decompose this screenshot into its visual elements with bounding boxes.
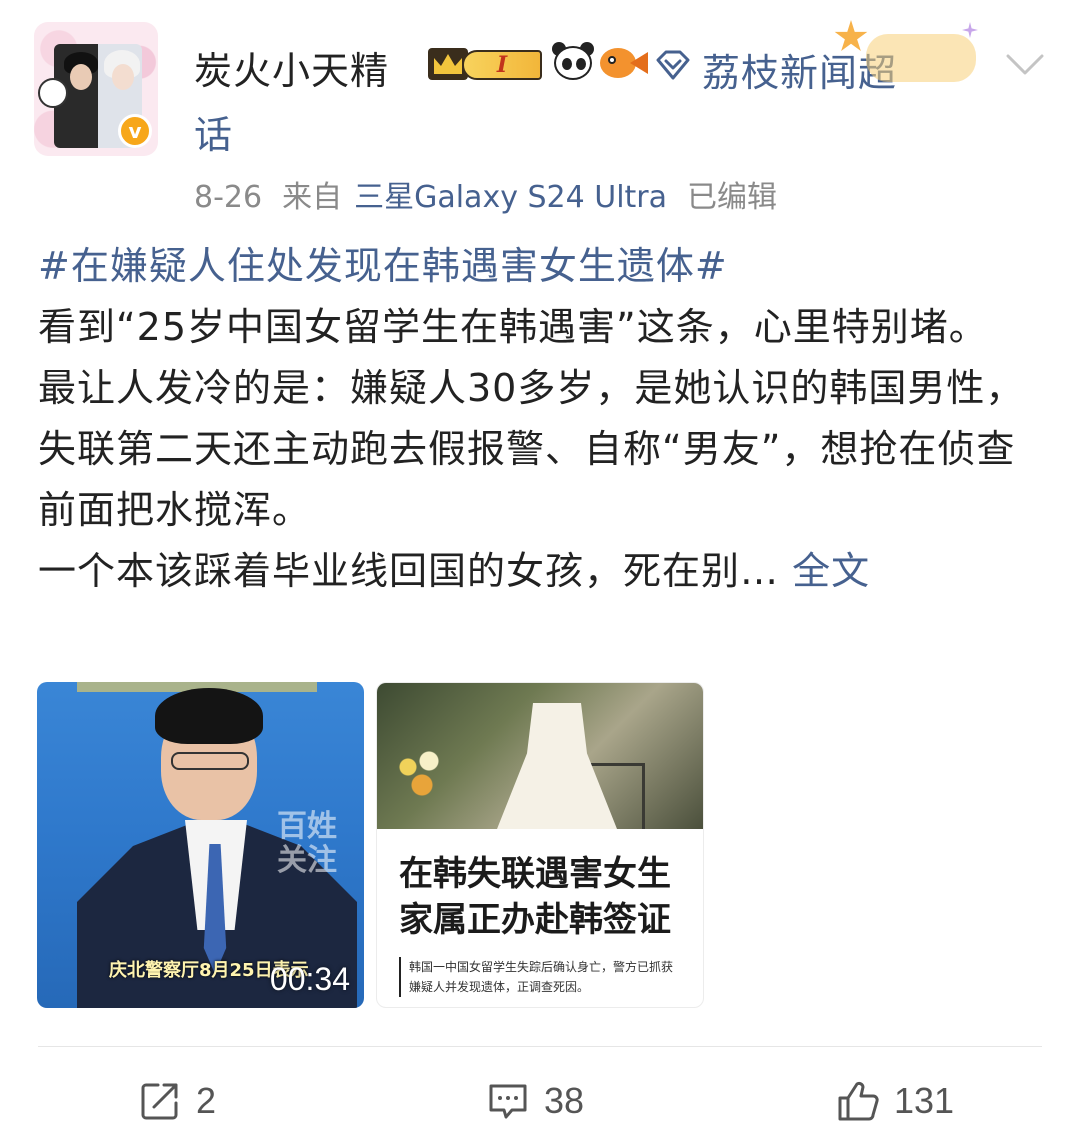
supertopic-diamond-icon [656, 50, 690, 80]
share-button[interactable]: 2 [138, 1076, 216, 1126]
video-watermark: 百姓关注 [277, 809, 337, 878]
comment-icon [489, 1084, 527, 1119]
like-count: 131 [894, 1080, 955, 1121]
article-image[interactable]: 在韩失联遇害女生 家属正办赴韩签证 韩国一中国女留学生失踪后确认身亡，警方已抓获… [376, 682, 704, 1008]
chevron-down-icon[interactable] [1004, 50, 1046, 80]
comment-button[interactable]: 38 [486, 1076, 584, 1126]
thumbs-up-icon [838, 1081, 879, 1121]
author-username[interactable]: 炭火小天精 [194, 40, 389, 95]
article-headline-line: 在韩失联遇害女生 [399, 854, 671, 894]
supertopic-link-continued[interactable]: 话 [194, 104, 232, 159]
article-summary-line: 嫌疑人并发现遗体，正调查死因。 [409, 980, 590, 994]
article-summary: 韩国一中国女留学生失踪后确认身亡，警方已抓获 嫌疑人并发现遗体，正调查死因。 [399, 957, 697, 997]
level-label: I [462, 50, 542, 80]
video-thumbnail[interactable]: 百姓关注 庆北警察厅8月25日表示 00:34 [37, 682, 364, 1008]
article-headline: 在韩失联遇害女生 家属正办赴韩签证 [399, 851, 699, 943]
edited-label: 已编辑 [687, 180, 778, 215]
fulltext-link[interactable]: 全文 [792, 549, 870, 593]
like-button[interactable]: 131 [836, 1076, 954, 1126]
anchor-glasses [171, 752, 249, 770]
verified-badge-icon: v [118, 114, 152, 148]
share-count: 2 [196, 1080, 217, 1121]
video-duration: 00:34 [269, 961, 350, 997]
member-level-badge[interactable]: I [428, 44, 546, 84]
share-icon [141, 1083, 178, 1120]
post-date: 8-26 [194, 180, 263, 215]
post-body: #在嫌疑人住处发现在韩遇害女生遗体# 看到“25岁中国女留学生在韩遇害”这条，心… [38, 236, 1050, 602]
truncated-text: 一个本该踩着毕业线回国的女孩，死在别… [38, 549, 780, 593]
supertopic-link[interactable]: 荔枝新闻超 [702, 42, 897, 97]
post-meta: 8-26 来自 三星Galaxy S24 Ultra 已编辑 [194, 172, 797, 216]
avatar-face-right [112, 64, 134, 90]
comment-count: 38 [544, 1080, 585, 1121]
source-prefix: 来自 [282, 180, 343, 215]
article-headline-line: 家属正办赴韩签证 [399, 900, 671, 940]
author-avatar[interactable]: v [34, 22, 158, 156]
avatar-panda-sticker [38, 78, 68, 108]
post-paragraph: 最让人发冷的是：嫌疑人30多岁，是她认识的韩国男性，失联第二天还主动跑去假报警、… [38, 366, 1025, 532]
fish-icon [600, 44, 650, 82]
flowers-decoration [387, 743, 457, 803]
device-name[interactable]: 三星Galaxy S24 Ultra [354, 180, 667, 215]
hashtag-link[interactable]: #在嫌疑人住处发现在韩遇害女生遗体# [38, 236, 1050, 297]
article-summary-line: 韩国一中国女留学生失踪后确认身亡，警方已抓获 [409, 960, 674, 974]
article-photo [377, 683, 703, 829]
post-paragraph: 看到“25岁中国女留学生在韩遇害”这条，心里特别堵。 [38, 305, 988, 349]
avatar-face-left [70, 64, 92, 90]
panda-icon [552, 42, 594, 84]
anchor-hair [155, 688, 263, 744]
divider [38, 1046, 1042, 1047]
post-paragraph-truncated: 一个本该踩着毕业线回国的女孩，死在别… 全文 [38, 541, 1050, 602]
